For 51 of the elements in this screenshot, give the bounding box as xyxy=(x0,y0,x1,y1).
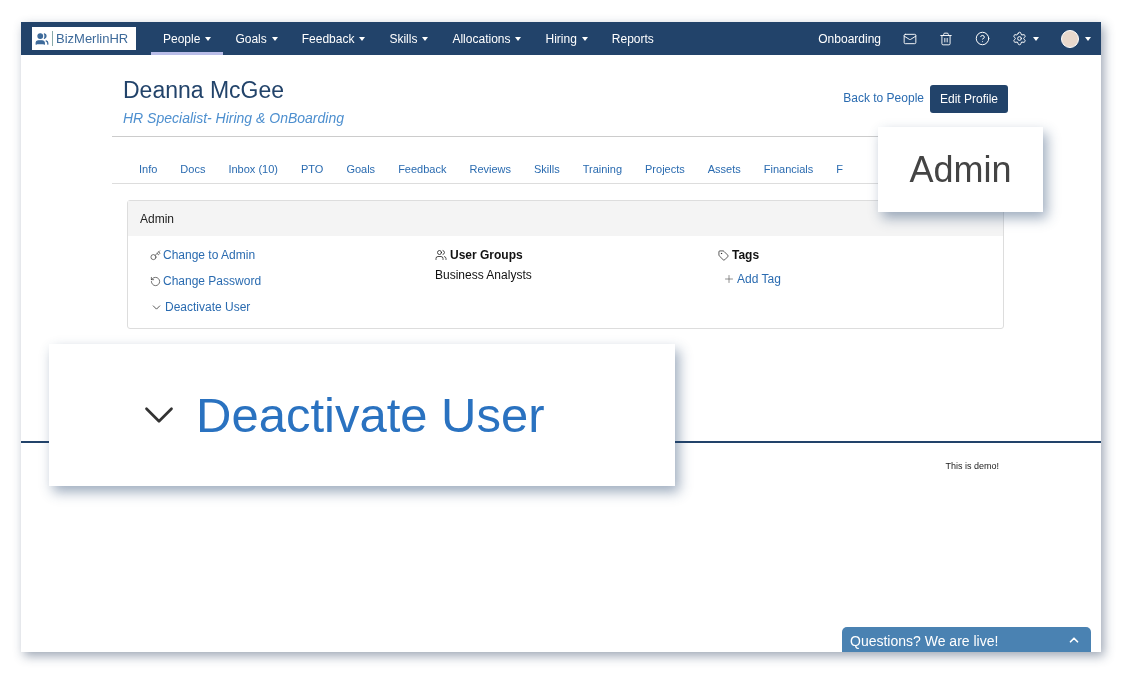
person-name: Deanna McGee xyxy=(123,77,286,104)
admin-action-link[interactable]: Change to Admin xyxy=(150,248,435,262)
nav-menu-item[interactable]: Feedback xyxy=(289,22,378,55)
profile-tab[interactable]: Reviews xyxy=(469,163,511,175)
nav-menu-item[interactable]: Goals xyxy=(223,22,290,55)
admin-action-link[interactable]: Change Password xyxy=(150,274,435,288)
logo[interactable]: BizMerlinHR xyxy=(32,27,136,50)
profile-tab[interactable]: Assets xyxy=(707,163,741,175)
admin-action-link[interactable]: Deactivate User xyxy=(150,300,435,314)
nav-menu-item[interactable]: People xyxy=(151,22,224,55)
job-title: HR Specialist- Hiring & OnBoarding xyxy=(123,110,344,126)
tags-title: Tags xyxy=(732,248,760,262)
nav-menu-item[interactable]: Skills xyxy=(377,22,441,55)
onboarding-link[interactable]: Onboarding xyxy=(818,31,881,46)
mail-icon[interactable] xyxy=(903,31,917,46)
edit-profile-button[interactable]: Edit Profile xyxy=(929,85,1008,113)
user-group: Business Analysts xyxy=(435,268,718,282)
chat-widget[interactable]: Questions? We are live! xyxy=(842,627,1091,652)
settings-menu[interactable] xyxy=(1012,31,1039,46)
profile-tab[interactable]: Financials xyxy=(763,163,814,175)
profile-tab[interactable]: Info xyxy=(139,163,158,175)
trash-icon[interactable] xyxy=(939,31,953,46)
tag-icon xyxy=(718,249,729,261)
profile-tab[interactable]: Skills xyxy=(534,163,560,175)
help-icon[interactable] xyxy=(975,31,990,46)
profile-tab[interactable]: Inbox (10) xyxy=(228,163,278,175)
profile-tab[interactable]: Goals xyxy=(346,163,376,175)
key-icon xyxy=(150,249,161,261)
profile-tab[interactable]: PTO xyxy=(300,163,324,175)
nav-menu-item[interactable]: Hiring xyxy=(533,22,600,55)
user-groups-title: User Groups xyxy=(450,248,523,262)
profile-tab[interactable]: Projects xyxy=(645,163,685,175)
people-icon xyxy=(35,31,49,46)
profile-tab[interactable]: Training xyxy=(582,163,623,175)
plus-icon xyxy=(723,273,735,285)
panel-header: Admin xyxy=(128,201,1003,236)
logo-text: BizMerlinHR xyxy=(52,31,129,46)
user-menu[interactable] xyxy=(1061,29,1091,48)
demo-note: This is demo! xyxy=(945,461,999,471)
reset-icon xyxy=(150,275,161,287)
profile-tab[interactable]: F xyxy=(836,163,844,175)
nav-menu-item[interactable]: Reports xyxy=(599,22,666,55)
nav-menu-item[interactable]: Allocations xyxy=(440,22,534,55)
back-link[interactable]: Back to People xyxy=(843,85,924,105)
callout-text: Deactivate User xyxy=(196,387,545,443)
profile-tab[interactable]: Docs xyxy=(180,163,206,175)
users-icon xyxy=(435,249,447,261)
profile-tab[interactable]: Feedback xyxy=(398,163,447,175)
add-tag-link[interactable]: Add Tag xyxy=(723,272,981,286)
callout-text: Admin xyxy=(909,148,1012,191)
chat-label: Questions? We are live! xyxy=(850,633,999,651)
